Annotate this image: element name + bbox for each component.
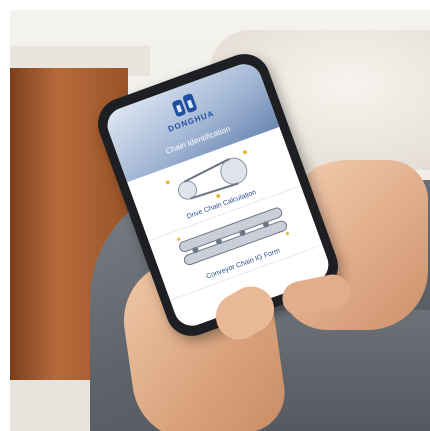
photo-scene: DONGHUA Chain Identification Drive Chain… xyxy=(10,10,430,431)
